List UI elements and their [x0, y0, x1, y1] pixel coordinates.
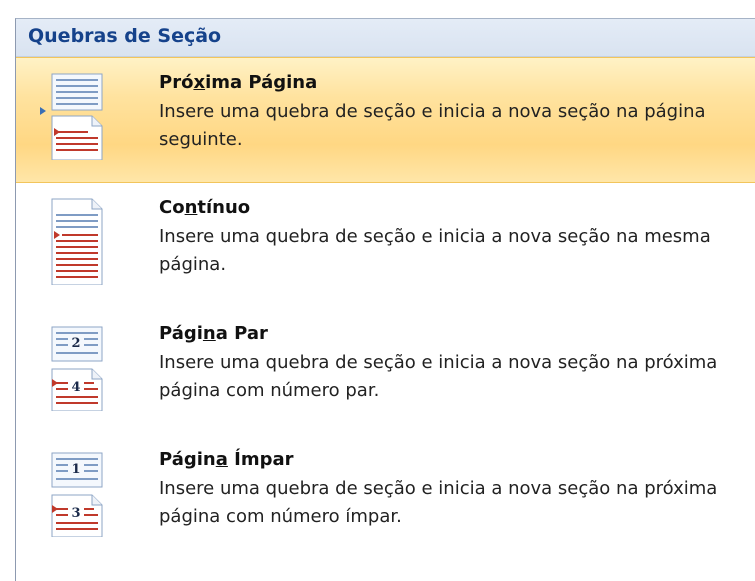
- menu-header: Quebras de Seção: [16, 19, 755, 57]
- menu-item-description: Insere uma quebra de seção e inicia a no…: [159, 101, 706, 150]
- page-number-label: 4: [71, 380, 80, 395]
- menu-item-title: Página Par: [159, 323, 268, 344]
- menu-item-title: Página Ímpar: [159, 449, 294, 470]
- menu-item-description: Insere uma quebra de seção e inicia a no…: [159, 478, 718, 527]
- page-number-label: 3: [71, 506, 80, 521]
- even-page-icon: 2 4: [51, 326, 103, 411]
- menu-item-title: Contínuo: [159, 197, 251, 218]
- page-number-label: 1: [71, 462, 80, 477]
- menu-item-description: Insere uma quebra de seção e inicia a no…: [159, 226, 711, 275]
- menu-item-description: Insere uma quebra de seção e inicia a no…: [159, 352, 718, 401]
- menu-item-odd-page[interactable]: 1 3 Página Ímpar Insere uma quebra de se…: [16, 435, 755, 561]
- menu-item-continuous[interactable]: Contínuo Insere uma quebra de seção e in…: [16, 183, 755, 309]
- odd-page-icon: 1 3: [51, 452, 103, 537]
- next-page-icon: [40, 73, 103, 160]
- menu-item-next-page[interactable]: Próxima Página Insere uma quebra de seçã…: [16, 57, 755, 183]
- continuous-icon: [51, 198, 103, 285]
- menu-item-even-page[interactable]: 2 4 Página Par Insere uma quebra de seçã…: [16, 309, 755, 435]
- section-breaks-menu: Quebras de Seção Próxima Página Insere u…: [15, 18, 755, 581]
- page-number-label: 2: [71, 336, 80, 351]
- menu-item-title: Próxima Página: [159, 72, 318, 93]
